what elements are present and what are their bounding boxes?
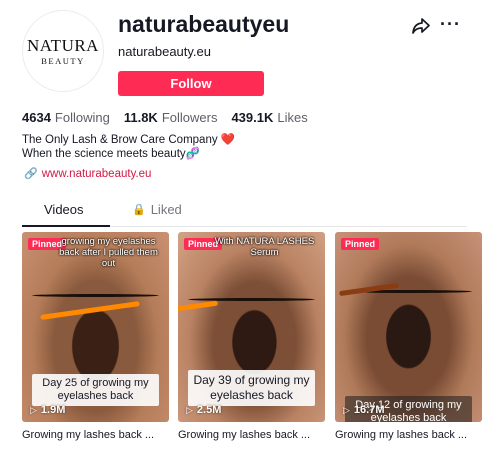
active-tab-indicator bbox=[22, 225, 110, 227]
view-count: ▷ 2.5M bbox=[186, 404, 221, 416]
tab-videos[interactable]: Videos bbox=[44, 202, 84, 217]
likes-count: 439.1K bbox=[231, 110, 274, 125]
tab-liked[interactable]: 🔒 Liked bbox=[132, 202, 182, 217]
view-count: ▷ 1.9M bbox=[30, 404, 65, 416]
view-count: ▷ 16.7M bbox=[343, 404, 385, 416]
video-card[interactable]: Pinned With NATURA LASHES Serum Day 39 o… bbox=[178, 232, 325, 441]
lock-icon: 🔒 bbox=[132, 204, 146, 216]
video-title[interactable]: Growing my lashes back ... bbox=[335, 429, 475, 441]
video-caption: Day 39 of growing my eyelashes back bbox=[188, 370, 315, 406]
share-icon[interactable] bbox=[411, 16, 431, 36]
video-thumbnail[interactable]: Pinned growing my eyelashes back after I… bbox=[22, 232, 169, 422]
view-count-value: 2.5M bbox=[196, 404, 222, 416]
followers-count: 11.8K bbox=[123, 110, 158, 125]
bio-line-2: When the science meets beauty🧬 bbox=[22, 147, 235, 161]
follow-button[interactable]: Follow bbox=[118, 71, 264, 96]
following-count: 4634 bbox=[22, 110, 51, 125]
eyelash-line bbox=[32, 294, 159, 297]
video-title[interactable]: Growing my lashes back ... bbox=[22, 429, 162, 441]
more-icon[interactable]: ··· bbox=[440, 14, 462, 34]
video-overlay-text: growing my eyelashes back after I pulled… bbox=[59, 236, 158, 269]
username: naturabeautyeu bbox=[118, 11, 290, 37]
play-icon: ▷ bbox=[30, 404, 37, 415]
followers-stat[interactable]: 11.8K Followers bbox=[124, 110, 218, 125]
nickname: naturabeauty.eu bbox=[118, 44, 211, 59]
avatar-logo-text-top: NATURA bbox=[27, 35, 99, 55]
play-icon: ▷ bbox=[343, 404, 350, 415]
dna-icon: 🧬 bbox=[185, 148, 200, 160]
profile-stats: 4634 Following 11.8K Followers 439.1K Likes bbox=[22, 110, 308, 125]
serum-wand bbox=[178, 300, 219, 313]
bio: The Only Lash & Brow Care Company ❤️ Whe… bbox=[22, 133, 235, 161]
followers-label: Followers bbox=[161, 110, 218, 125]
website-link[interactable]: 🔗 www.naturabeauty.eu bbox=[24, 167, 152, 181]
bio-line-1: The Only Lash & Brow Care Company ❤️ bbox=[22, 133, 235, 147]
profile-info: naturabeautyeu naturabeauty.eu Follow bbox=[118, 10, 289, 96]
video-card[interactable]: Pinned growing my eyelashes back after I… bbox=[22, 232, 169, 441]
pinned-badge: Pinned bbox=[341, 238, 380, 250]
video-caption: Day 25 of growing my eyelashes back bbox=[32, 374, 159, 406]
following-stat[interactable]: 4634 Following bbox=[22, 110, 110, 125]
avatar[interactable]: NATURA BEAUTY bbox=[22, 10, 104, 92]
view-count-value: 1.9M bbox=[40, 404, 66, 416]
likes-label: Likes bbox=[277, 110, 308, 125]
video-title[interactable]: Growing my lashes back ... bbox=[178, 429, 318, 441]
profile-header: NATURA BEAUTY naturabeautyeu naturabeaut… bbox=[22, 10, 472, 105]
view-count-value: 16.7M bbox=[353, 404, 385, 416]
video-overlay-text: With NATURA LASHES Serum bbox=[214, 236, 315, 258]
video-card[interactable]: Pinned Day 12 of growing my eyelashes ba… bbox=[335, 232, 482, 441]
profile-tabs: Videos 🔒 Liked bbox=[22, 198, 467, 228]
bio-line-1-text: The Only Lash & Brow Care Company bbox=[22, 134, 218, 146]
heart-icon: ❤️ bbox=[220, 134, 236, 146]
video-thumbnail[interactable]: Pinned Day 12 of growing my eyelashes ba… bbox=[335, 232, 482, 422]
following-label: Following bbox=[54, 110, 110, 125]
bio-line-2-text: When the science meets beauty bbox=[22, 148, 186, 160]
video-thumbnail[interactable]: Pinned With NATURA LASHES Serum Day 39 o… bbox=[178, 232, 325, 422]
video-grid: Pinned growing my eyelashes back after I… bbox=[22, 232, 482, 442]
website-url: www.naturabeauty.eu bbox=[41, 167, 152, 180]
eyelash-line bbox=[188, 298, 315, 301]
serum-wand bbox=[40, 301, 140, 320]
link-icon: 🔗 bbox=[24, 168, 38, 180]
tab-liked-label: Liked bbox=[150, 202, 182, 217]
likes-stat: 439.1K Likes bbox=[231, 110, 307, 125]
avatar-logo-text-bottom: BEAUTY bbox=[41, 55, 85, 66]
play-icon: ▷ bbox=[186, 404, 193, 415]
